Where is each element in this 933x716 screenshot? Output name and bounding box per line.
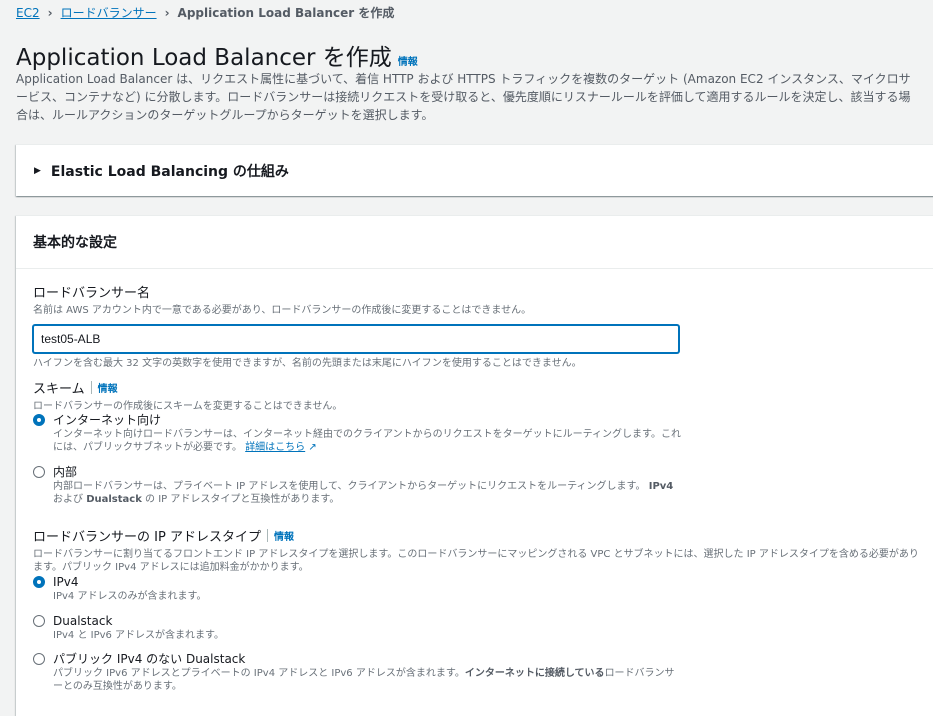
divider	[90, 381, 92, 394]
page-description: Application Load Balancer は、リクエスト属性に基づいて…	[16, 72, 911, 122]
ip-type-description: ロードバランサーに割り当てるフロントエンド IP アドレスタイプを選択します。こ…	[33, 549, 919, 573]
caret-right-icon: ▶	[34, 166, 41, 176]
scheme-label: スキーム	[33, 382, 85, 397]
scheme-option-internet-facing[interactable]: インターネット向け インターネット向けロードバランサーは、インターネット経由での…	[33, 412, 683, 454]
lb-name-input[interactable]	[33, 325, 679, 353]
scheme-option-label: 内部	[53, 465, 78, 479]
radio-unchecked-icon[interactable]	[33, 615, 45, 627]
ip-type-option-ipv4[interactable]: IPv4 IPv4 アドレスのみが含まれます。	[33, 574, 683, 603]
breadcrumb-current: Application Load Balancer を作成	[177, 6, 395, 20]
scheme-field: スキーム 情報 ロードバランサーの作成後にスキームを変更することはできません。	[33, 378, 342, 413]
ip-type-option-dualstack[interactable]: Dualstack IPv4 と IPv6 アドレスが含まれます。	[33, 613, 683, 642]
basic-config-header: 基本的な設定	[16, 216, 933, 269]
page-info-link[interactable]: 情報	[398, 53, 418, 68]
radio-unchecked-icon[interactable]	[33, 466, 45, 478]
breadcrumb-ec2-link[interactable]: EC2	[16, 6, 40, 20]
ip-type-label: ロードバランサーの IP アドレスタイプ	[33, 530, 261, 545]
external-link-icon: ↗	[308, 442, 317, 453]
breadcrumb: EC2 › ロードバランサー › Application Load Balanc…	[16, 4, 394, 21]
ip-type-label-row: ロードバランサーの IP アドレスタイプ 情報	[33, 526, 923, 545]
how-elb-works-label: Elastic Load Balancing の仕組み	[50, 164, 289, 180]
breadcrumb-load-balancers-link[interactable]: ロードバランサー	[61, 4, 157, 21]
radio-unchecked-icon[interactable]	[33, 653, 45, 665]
ip-type-option-description: パブリック IPv6 アドレスとプライベートの IPv4 アドレスと IPv6 …	[53, 668, 675, 692]
scheme-option-description: 内部ロードバランサーは、プライベート IP アドレスを使用して、クライアントから…	[53, 481, 674, 505]
lb-name-field: ロードバランサー名 名前は AWS アカウント内で一意である必要があり、ロードバ…	[33, 282, 679, 370]
chevron-right-icon: ›	[47, 5, 53, 20]
page-title: Application Load Balancer を作成	[16, 45, 392, 71]
lb-name-description: 名前は AWS アカウント内で一意である必要があり、ロードバランサーの作成後に変…	[33, 305, 532, 316]
ip-type-option-label: IPv4	[53, 575, 79, 589]
ip-type-option-description: IPv4 と IPv6 アドレスが含まれます。	[53, 630, 225, 641]
chevron-right-icon: ›	[164, 5, 170, 20]
page-title-row: Application Load Balancer を作成 情報	[16, 38, 418, 72]
ip-type-option-label: Dualstack	[53, 614, 113, 628]
how-elb-works-panel: ▶ Elastic Load Balancing の仕組み	[16, 144, 933, 196]
scheme-info-link[interactable]: 情報	[98, 380, 118, 395]
scheme-label-row: スキーム 情報	[33, 378, 342, 397]
radio-checked-icon[interactable]	[33, 576, 45, 588]
radio-checked-icon[interactable]	[33, 414, 45, 426]
divider	[266, 529, 268, 542]
ip-type-option-dualstack-no-public-ipv4[interactable]: パブリック IPv4 のない Dualstack パブリック IPv6 アドレス…	[33, 651, 683, 693]
ip-type-info-link[interactable]: 情報	[274, 528, 294, 543]
basic-config-panel: 基本的な設定 ロードバランサー名 名前は AWS アカウント内で一意である必要が…	[16, 215, 933, 716]
how-elb-works-toggle[interactable]: ▶ Elastic Load Balancing の仕組み	[16, 145, 933, 197]
scheme-option-description: インターネット向けロードバランサーは、インターネット経由でのクライアントからのリ…	[53, 429, 681, 453]
ip-type-option-label: パブリック IPv4 のない Dualstack	[53, 652, 246, 666]
ip-type-option-description: IPv4 アドレスのみが含まれます。	[53, 591, 207, 602]
lb-name-constraint: ハイフンを含む最大 32 文字の英数字を使用できますが、名前の先頭または末尾にハ…	[33, 358, 582, 369]
learn-more-link[interactable]: 詳細はこちら	[245, 442, 305, 453]
scheme-option-internal[interactable]: 内部 内部ロードバランサーは、プライベート IP アドレスを使用して、クライアン…	[33, 464, 683, 506]
lb-name-label: ロードバランサー名	[33, 286, 151, 301]
ip-type-field: ロードバランサーの IP アドレスタイプ 情報 ロードバランサーに割り当てるフロ…	[33, 526, 923, 574]
scheme-option-label: インターネット向け	[53, 413, 162, 427]
